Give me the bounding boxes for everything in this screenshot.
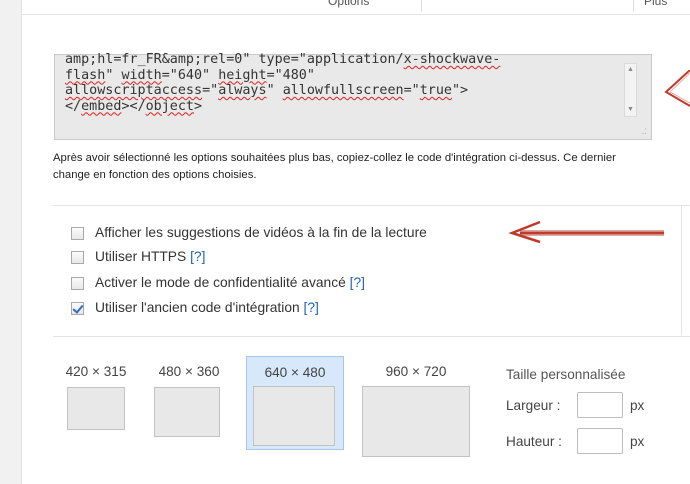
size-preview — [253, 386, 335, 446]
code-text: =" — [403, 83, 420, 98]
tab-separator — [421, 0, 422, 12]
size-label: 420 × 315 — [65, 364, 127, 379]
spellcheck-word: height — [218, 67, 267, 83]
custom-height-input[interactable] — [577, 428, 623, 454]
code-text: > — [194, 98, 203, 114]
custom-size-title: Taille personnalisée — [506, 367, 626, 382]
size-preview — [362, 386, 470, 457]
tab-separator — [633, 0, 634, 12]
size-option-420[interactable]: 420 × 315 — [60, 364, 132, 434]
left-strip — [0, 0, 22, 484]
spellcheck-word: x-shockwave- — [403, 52, 501, 67]
code-text: =" — [202, 83, 219, 98]
annotation-arrow-icon — [508, 220, 664, 244]
size-option-480[interactable]: 480 × 360 — [150, 364, 228, 444]
size-label: 640 × 480 — [264, 365, 326, 380]
resize-grip-icon[interactable]: .: — [641, 127, 647, 137]
width-unit: px — [630, 398, 645, 413]
checkbox[interactable] — [71, 251, 84, 264]
divider — [53, 336, 690, 337]
checkbox[interactable] — [71, 227, 84, 240]
code-text: ="640" — [161, 67, 219, 83]
help-link[interactable]: [?] — [190, 249, 205, 264]
height-label: Hauteur : — [506, 434, 562, 449]
help-link[interactable]: [?] — [350, 275, 365, 290]
divider-vertical — [681, 205, 682, 335]
top-tab-bar: Options Plus — [22, 0, 690, 15]
code-text: " — [105, 67, 122, 83]
textarea-scrollbar[interactable]: ▲ ▼ — [624, 63, 637, 117]
tab-more[interactable]: Plus — [644, 0, 667, 8]
tab-options[interactable]: Options — [328, 0, 369, 8]
option-label: Utiliser HTTPS — [95, 249, 191, 264]
spellcheck-word: embed — [81, 98, 122, 114]
spellcheck-word: true — [419, 83, 452, 98]
embed-description: Après avoir sélectionné les options souh… — [53, 152, 616, 181]
spellcheck-word: object — [145, 98, 194, 114]
divider — [53, 205, 690, 206]
spellcheck-word: allowscriptaccess — [65, 83, 203, 98]
help-link[interactable]: [?] — [304, 300, 319, 315]
option-label: Activer le mode de confidentialité avanc… — [95, 275, 350, 290]
size-label: 960 × 720 — [385, 364, 447, 379]
annotation-arrow-icon — [664, 70, 690, 107]
custom-height-row: Hauteur : px — [506, 428, 644, 454]
embed-code-textarea[interactable]: amp;hl=fr_FR&amp;rel=0" type="applicatio… — [54, 52, 652, 140]
size-option-960[interactable]: 960 × 720 — [360, 364, 472, 460]
size-label: 480 × 360 — [158, 364, 220, 379]
size-preview — [154, 387, 220, 437]
custom-width-row: Largeur : px — [506, 392, 644, 418]
option-label: Afficher les suggestions de vidéos à la … — [95, 225, 427, 240]
size-option-640-selected[interactable]: 640 × 480 — [246, 356, 344, 450]
checkbox-checked[interactable] — [71, 302, 84, 315]
height-unit: px — [630, 434, 645, 449]
code-text: amp;hl=fr_FR&amp;rel=0" type="applicatio… — [65, 52, 404, 67]
embed-code-text[interactable]: amp;hl=fr_FR&amp;rel=0" type="applicatio… — [65, 52, 625, 138]
code-text: " — [266, 83, 283, 98]
spellcheck-word: width — [121, 67, 162, 83]
option-label: Utiliser l'ancien code d'intégration — [95, 300, 304, 315]
scroll-up-icon[interactable]: ▲ — [625, 64, 636, 76]
checkbox[interactable] — [71, 277, 84, 290]
width-label: Largeur : — [506, 398, 561, 413]
scroll-down-icon[interactable]: ▼ — [625, 104, 636, 116]
code-text: ></ — [121, 98, 146, 114]
custom-width-input[interactable] — [577, 392, 623, 418]
spellcheck-word: always — [218, 83, 267, 98]
spellcheck-word: allowfullscreen — [282, 83, 404, 98]
code-text: ="480" — [266, 67, 315, 83]
spellcheck-word: flash — [65, 67, 106, 83]
size-preview — [67, 387, 125, 430]
